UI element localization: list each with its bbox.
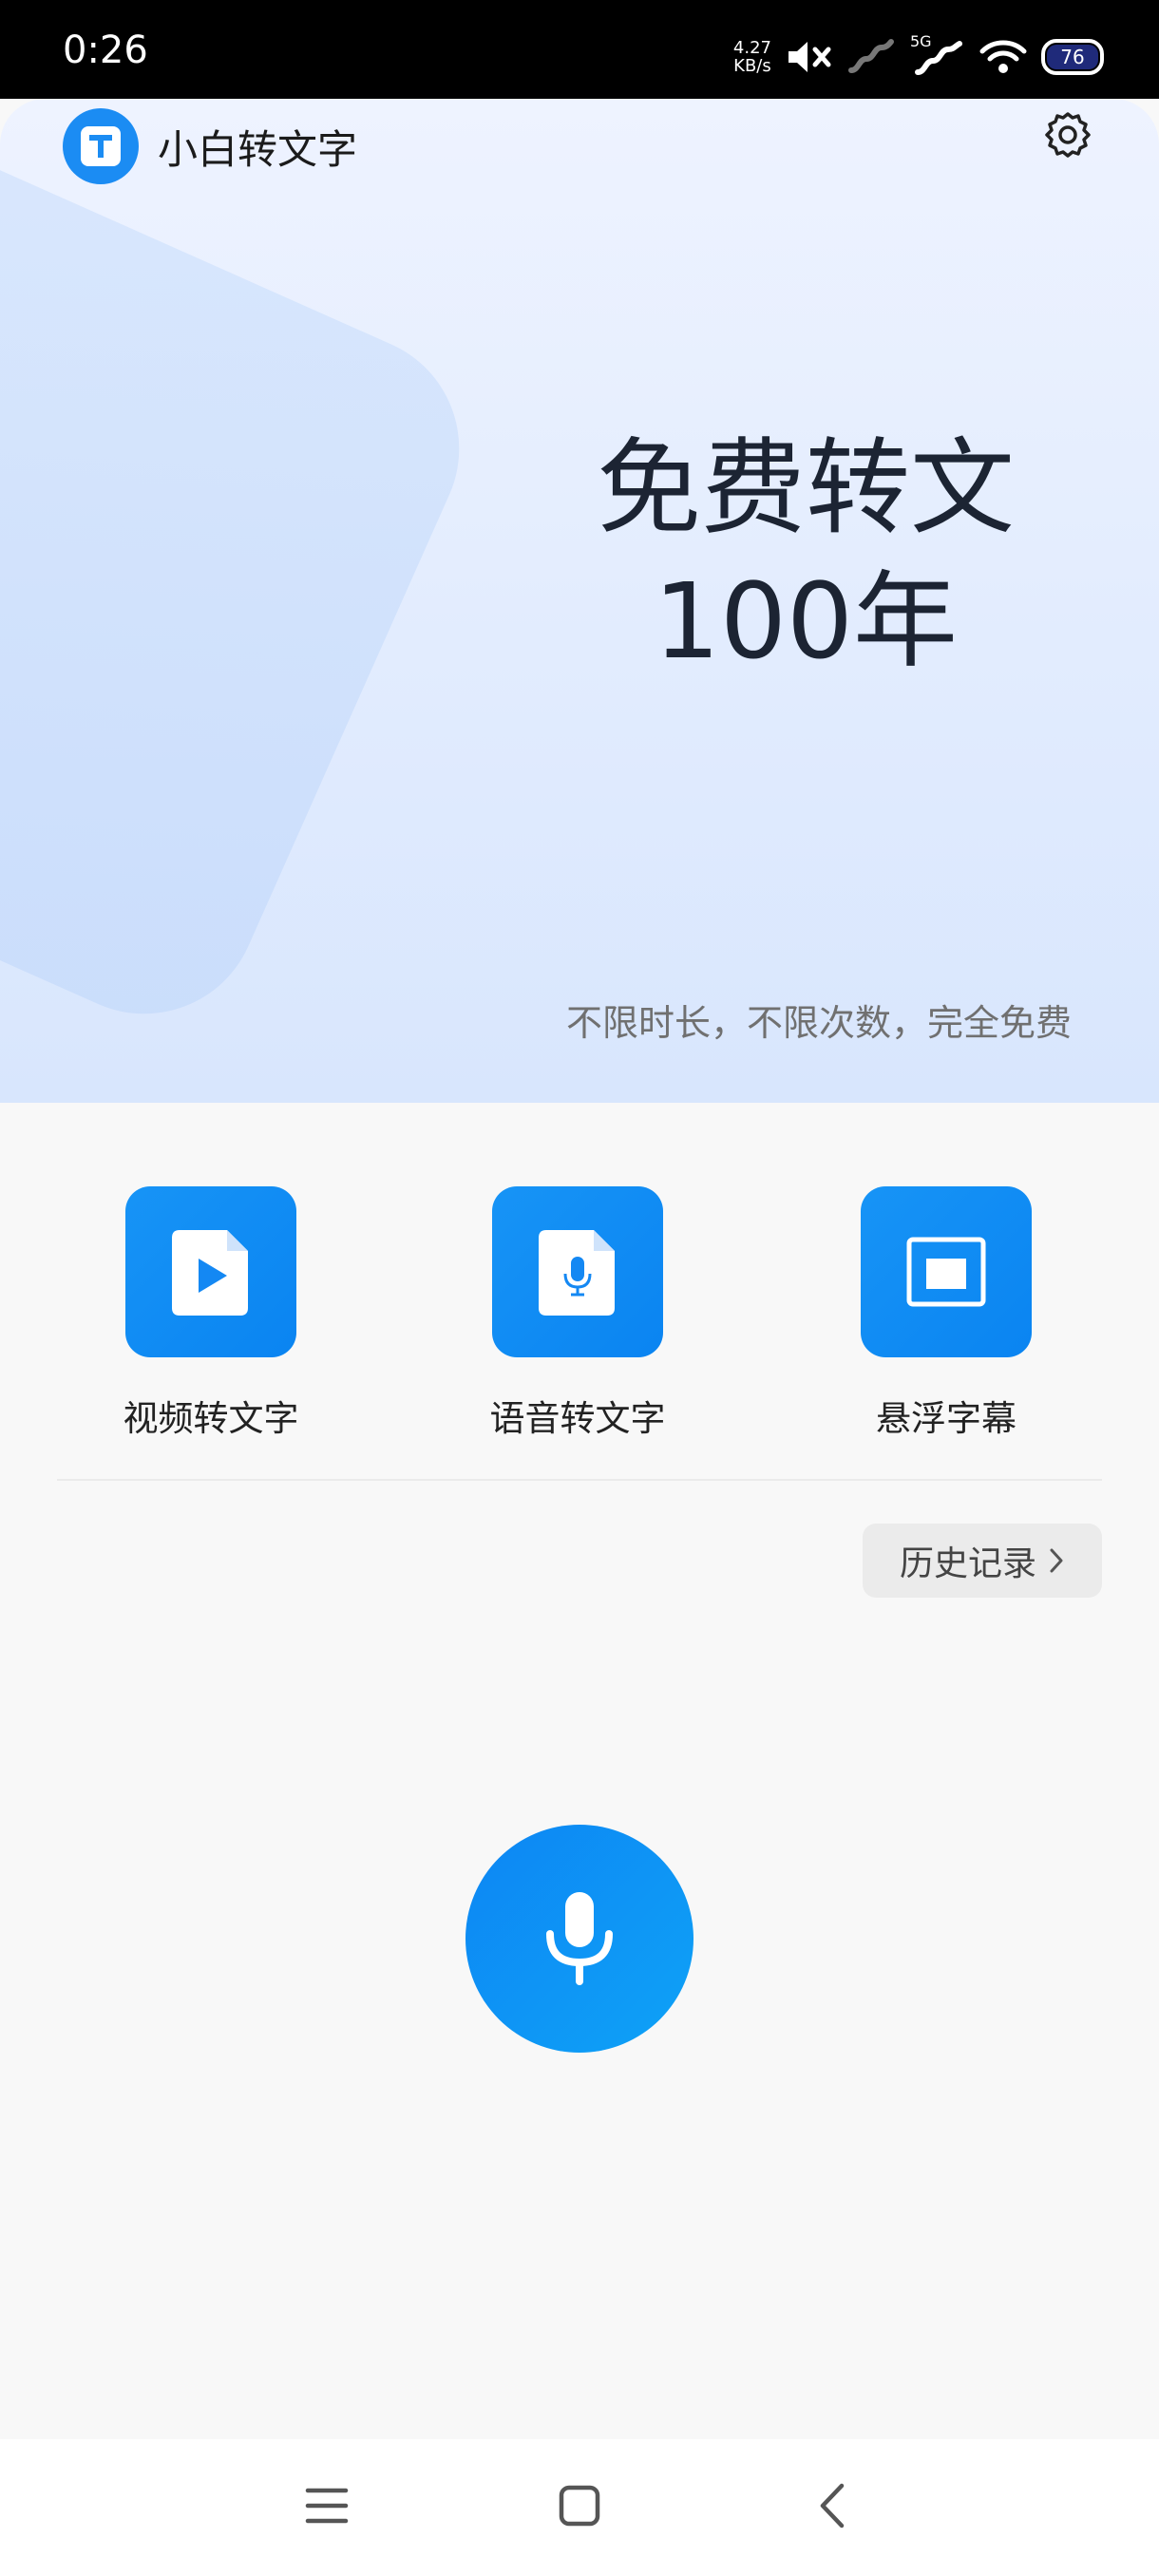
headline: 免费转文 100年 bbox=[540, 422, 1072, 688]
hero-tagline: 不限时长，不限次数，完全免费 bbox=[565, 1002, 1072, 1044]
home-icon[interactable] bbox=[542, 2468, 618, 2544]
battery-indicator: 76 bbox=[1041, 39, 1104, 75]
logo-t-glyph bbox=[81, 126, 121, 166]
gear-icon[interactable] bbox=[1039, 108, 1096, 165]
hero-decoration bbox=[0, 99, 496, 1051]
system-nav-bar bbox=[0, 2439, 1159, 2576]
feature-video-to-text[interactable]: 视频转文字 bbox=[87, 1186, 334, 1441]
mute-icon bbox=[788, 42, 831, 72]
network-speed: 4.27 KB/s bbox=[733, 39, 771, 75]
status-time: 0:26 bbox=[63, 28, 148, 72]
app-title: 小白转文字 bbox=[158, 126, 358, 173]
feature-label: 视频转文字 bbox=[123, 1398, 299, 1439]
record-button[interactable] bbox=[466, 1825, 694, 2053]
signal-sim2-icon bbox=[915, 41, 962, 75]
status-icons: 4.27 KB/s 5G 76 bbox=[733, 30, 1104, 84]
chevron-right-icon bbox=[1050, 1548, 1063, 1573]
headline-line1: 免费转文 bbox=[597, 427, 1015, 549]
menu-icon[interactable] bbox=[289, 2468, 365, 2544]
history-label: 历史记录 bbox=[899, 1544, 1036, 1583]
network-speed-unit: KB/s bbox=[733, 56, 771, 76]
feature-label: 语音转文字 bbox=[489, 1398, 666, 1439]
signal-5g: 5G bbox=[910, 32, 965, 78]
app-screen: 小白转文字 免费转文 100年 不限时长，不限次数，完全免费 视频转文字 语音转… bbox=[0, 99, 1159, 2439]
history-button[interactable]: 历史记录 bbox=[863, 1524, 1102, 1598]
battery-level: 76 bbox=[1047, 45, 1098, 69]
wifi-icon bbox=[979, 40, 1027, 73]
app-logo-icon bbox=[63, 108, 139, 184]
headline-line2: 100年 bbox=[654, 560, 958, 682]
microphone-icon bbox=[546, 1892, 613, 1985]
section-divider bbox=[57, 1479, 1102, 1481]
feature-floating-subtitle[interactable]: 悬浮字幕 bbox=[823, 1186, 1070, 1441]
feature-audio-to-text[interactable]: 语音转文字 bbox=[454, 1186, 701, 1441]
feature-label: 悬浮字幕 bbox=[876, 1398, 1016, 1439]
network-speed-value: 4.27 bbox=[732, 38, 771, 58]
signal-sim1-icon bbox=[848, 39, 894, 73]
floating-window-icon bbox=[861, 1186, 1032, 1357]
video-file-icon bbox=[125, 1186, 296, 1357]
hero-banner: 小白转文字 免费转文 100年 不限时长，不限次数，完全免费 bbox=[0, 99, 1159, 1103]
status-bar: 0:26 4.27 KB/s 5G 76 bbox=[0, 0, 1159, 99]
feature-grid: 视频转文字 语音转文字 悬浮字幕 bbox=[0, 1186, 1159, 1462]
audio-file-icon bbox=[492, 1186, 663, 1357]
back-icon[interactable] bbox=[794, 2468, 870, 2544]
